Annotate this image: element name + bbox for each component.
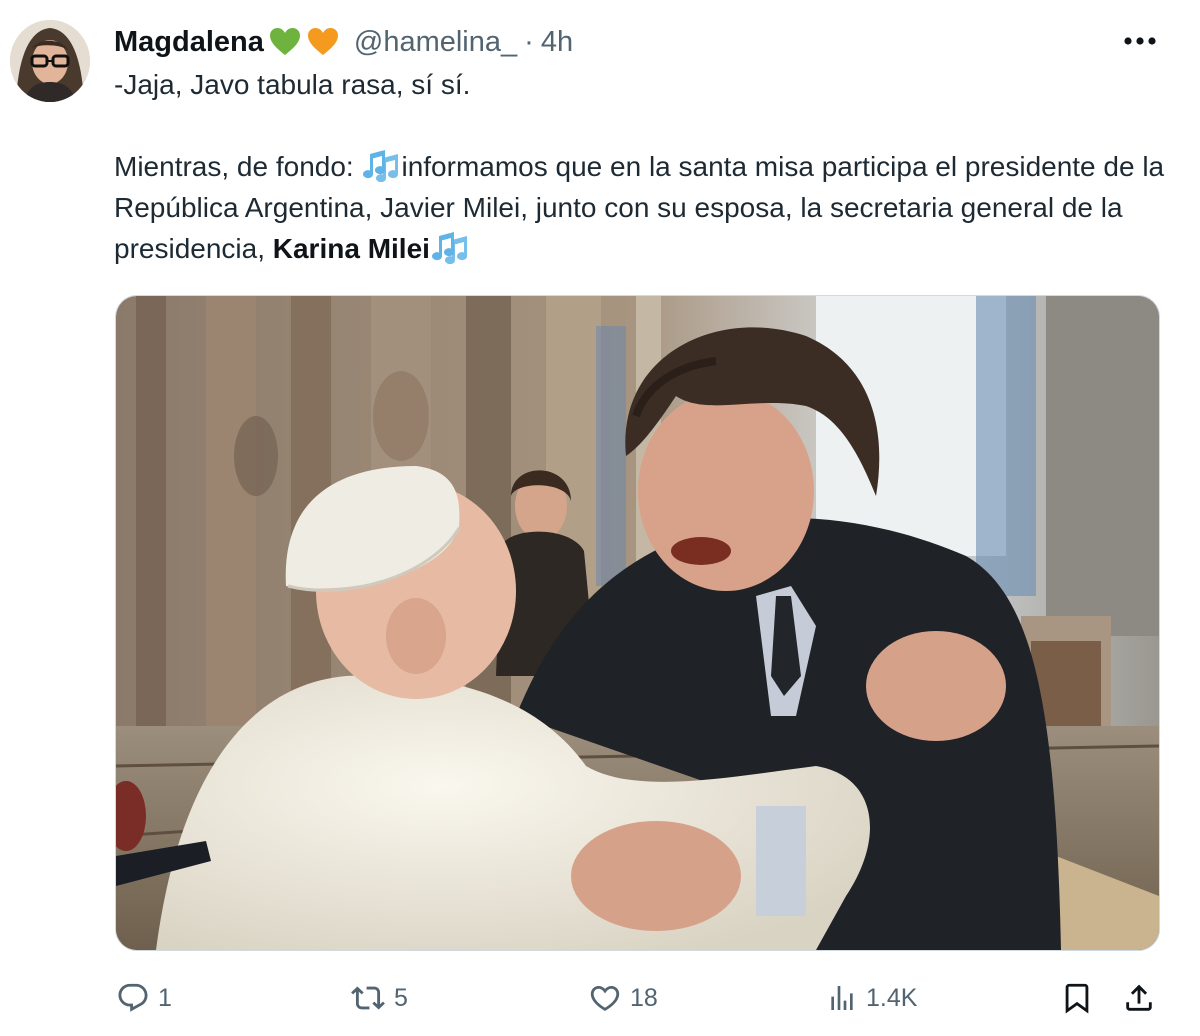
music-notes-icon [361, 148, 401, 182]
separator-dot: · [524, 25, 534, 58]
repost-count: 5 [394, 983, 408, 1012]
tweet-card[interactable]: Magdalena @hamelina_ · 4h -Jaja, Javo ta… [0, 0, 1200, 1036]
orange-heart-icon [306, 25, 340, 59]
green-heart-icon [268, 25, 302, 59]
paragraph-bold-name: Karina Milei [272, 233, 430, 264]
user-handle[interactable]: @hamelina_ [354, 26, 517, 59]
views-count: 1.4K [866, 983, 918, 1012]
tweet-header: Magdalena @hamelina_ · 4h [114, 22, 573, 62]
reply-icon [118, 983, 148, 1012]
photo-image [116, 296, 1159, 950]
like-count: 18 [630, 983, 658, 1012]
repost-icon [351, 986, 385, 1010]
avatar[interactable] [10, 20, 90, 102]
heart-icon [590, 985, 620, 1011]
like-button[interactable]: 18 [588, 975, 658, 1021]
analytics-icon [831, 986, 853, 1010]
avatar-image [10, 20, 90, 102]
views-button[interactable]: 1.4K [826, 975, 917, 1021]
bookmark-button[interactable] [1060, 975, 1094, 1021]
tweet-paragraph-2: Mientras, de fondo: informamos que en la… [114, 146, 1174, 269]
repost-button[interactable]: 5 [350, 975, 408, 1021]
timestamp[interactable]: 4h [541, 26, 573, 59]
share-button[interactable] [1122, 975, 1156, 1021]
paragraph-intro: Mientras, de fondo: [114, 151, 362, 182]
more-horizontal-icon [1124, 37, 1156, 45]
music-notes-icon [430, 230, 470, 264]
bookmark-icon [1065, 983, 1089, 1014]
share-icon [1126, 984, 1152, 1011]
tweet-text: -Jaja, Javo tabula rasa, sí sí. Mientras… [114, 64, 1174, 269]
display-name[interactable]: Magdalena [114, 26, 264, 59]
tweet-line-1: -Jaja, Javo tabula rasa, sí sí. [114, 69, 471, 100]
action-bar: 1 5 18 1.4K [0, 975, 1200, 1025]
reply-count: 1 [158, 983, 172, 1012]
tweet-photo[interactable] [115, 295, 1160, 951]
reply-button[interactable]: 1 [116, 975, 172, 1021]
more-options-button[interactable] [1114, 26, 1166, 56]
